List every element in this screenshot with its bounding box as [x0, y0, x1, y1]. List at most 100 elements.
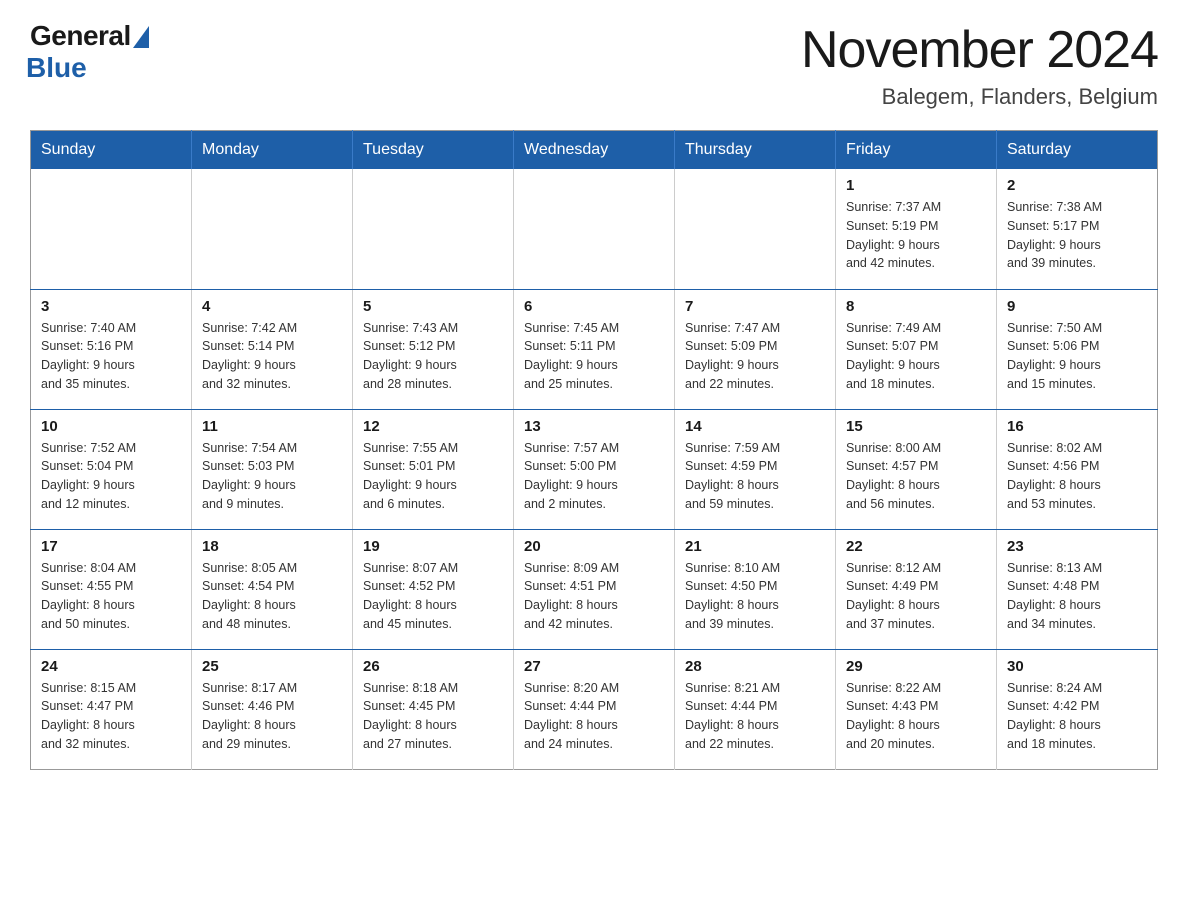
- calendar-cell: 13 Sunrise: 7:57 AM Sunset: 5:00 PM Dayli…: [514, 409, 675, 529]
- day-number: 30: [1007, 658, 1147, 675]
- calendar-cell: 9 Sunrise: 7:50 AM Sunset: 5:06 PM Daylig…: [997, 289, 1158, 409]
- day-info: Sunrise: 7:52 AM Sunset: 5:04 PM Dayligh…: [41, 439, 181, 514]
- calendar-cell: 15 Sunrise: 8:00 AM Sunset: 4:57 PM Dayli…: [836, 409, 997, 529]
- day-number: 27: [524, 658, 664, 675]
- day-info: Sunrise: 7:42 AM Sunset: 5:14 PM Dayligh…: [202, 319, 342, 394]
- calendar-cell: 21Sunrise: 8:10 AM Sunset: 4:50 PM Dayli…: [675, 529, 836, 649]
- calendar-cell: 16Sunrise: 8:02 AM Sunset: 4:56 PM Dayli…: [997, 409, 1158, 529]
- calendar-cell: 29 Sunrise: 8:22 AM Sunset: 4:43 PM Dayli…: [836, 649, 997, 769]
- day-number: 11: [202, 418, 342, 435]
- weekday-header-wednesday: Wednesday: [514, 131, 675, 170]
- calendar-cell: 26 Sunrise: 8:18 AM Sunset: 4:45 PM Dayli…: [353, 649, 514, 769]
- calendar-cell: 14 Sunrise: 7:59 AM Sunset: 4:59 PM Dayli…: [675, 409, 836, 529]
- day-number: 4: [202, 298, 342, 315]
- calendar-cell: 30 Sunrise: 8:24 AM Sunset: 4:42 PM Dayli…: [997, 649, 1158, 769]
- day-number: 16: [1007, 418, 1147, 435]
- day-info: Sunrise: 7:40 AM Sunset: 5:16 PM Dayligh…: [41, 319, 181, 394]
- page-header: General Blue November 2024 Balegem, Flan…: [30, 20, 1158, 110]
- calendar-cell: 25Sunrise: 8:17 AM Sunset: 4:46 PM Dayli…: [192, 649, 353, 769]
- day-info: Sunrise: 7:59 AM Sunset: 4:59 PM Dayligh…: [685, 439, 825, 514]
- day-number: 18: [202, 538, 342, 555]
- day-number: 10: [41, 418, 181, 435]
- calendar-cell: [31, 169, 192, 289]
- day-number: 7: [685, 298, 825, 315]
- day-number: 1: [846, 177, 986, 194]
- day-info: Sunrise: 8:05 AM Sunset: 4:54 PM Dayligh…: [202, 559, 342, 634]
- calendar-cell: 7Sunrise: 7:47 AM Sunset: 5:09 PM Daylig…: [675, 289, 836, 409]
- calendar-cell: 28 Sunrise: 8:21 AM Sunset: 4:44 PM Dayli…: [675, 649, 836, 769]
- calendar-cell: 27 Sunrise: 8:20 AM Sunset: 4:44 PM Dayli…: [514, 649, 675, 769]
- logo: General Blue: [30, 20, 149, 84]
- day-info: Sunrise: 7:43 AM Sunset: 5:12 PM Dayligh…: [363, 319, 503, 394]
- day-number: 13: [524, 418, 664, 435]
- day-number: 6: [524, 298, 664, 315]
- calendar-header-row: SundayMondayTuesdayWednesdayThursdayFrid…: [31, 131, 1158, 170]
- weekday-header-thursday: Thursday: [675, 131, 836, 170]
- weekday-header-saturday: Saturday: [997, 131, 1158, 170]
- calendar-week-row: 10 Sunrise: 7:52 AM Sunset: 5:04 PM Dayli…: [31, 409, 1158, 529]
- calendar-cell: [353, 169, 514, 289]
- day-info: Sunrise: 8:20 AM Sunset: 4:44 PM Dayligh…: [524, 679, 664, 754]
- day-info: Sunrise: 8:21 AM Sunset: 4:44 PM Dayligh…: [685, 679, 825, 754]
- calendar-cell: 3 Sunrise: 7:40 AM Sunset: 5:16 PM Daylig…: [31, 289, 192, 409]
- day-info: Sunrise: 7:54 AM Sunset: 5:03 PM Dayligh…: [202, 439, 342, 514]
- day-info: Sunrise: 7:55 AM Sunset: 5:01 PM Dayligh…: [363, 439, 503, 514]
- calendar-week-row: 17 Sunrise: 8:04 AM Sunset: 4:55 PM Dayli…: [31, 529, 1158, 649]
- location-text: Balegem, Flanders, Belgium: [801, 84, 1158, 110]
- day-number: 12: [363, 418, 503, 435]
- calendar-cell: 19 Sunrise: 8:07 AM Sunset: 4:52 PM Dayli…: [353, 529, 514, 649]
- calendar-cell: 10 Sunrise: 7:52 AM Sunset: 5:04 PM Dayli…: [31, 409, 192, 529]
- day-info: Sunrise: 7:57 AM Sunset: 5:00 PM Dayligh…: [524, 439, 664, 514]
- day-number: 26: [363, 658, 503, 675]
- calendar-cell: [192, 169, 353, 289]
- day-info: Sunrise: 7:37 AM Sunset: 5:19 PM Dayligh…: [846, 198, 986, 273]
- day-info: Sunrise: 8:22 AM Sunset: 4:43 PM Dayligh…: [846, 679, 986, 754]
- day-info: Sunrise: 7:50 AM Sunset: 5:06 PM Dayligh…: [1007, 319, 1147, 394]
- calendar-week-row: 1 Sunrise: 7:37 AM Sunset: 5:19 PM Daylig…: [31, 169, 1158, 289]
- calendar-cell: 2Sunrise: 7:38 AM Sunset: 5:17 PM Daylig…: [997, 169, 1158, 289]
- day-number: 5: [363, 298, 503, 315]
- day-info: Sunrise: 8:04 AM Sunset: 4:55 PM Dayligh…: [41, 559, 181, 634]
- weekday-header-monday: Monday: [192, 131, 353, 170]
- day-info: Sunrise: 8:24 AM Sunset: 4:42 PM Dayligh…: [1007, 679, 1147, 754]
- day-info: Sunrise: 8:07 AM Sunset: 4:52 PM Dayligh…: [363, 559, 503, 634]
- calendar-week-row: 3 Sunrise: 7:40 AM Sunset: 5:16 PM Daylig…: [31, 289, 1158, 409]
- day-info: Sunrise: 8:12 AM Sunset: 4:49 PM Dayligh…: [846, 559, 986, 634]
- logo-triangle-icon: [133, 26, 149, 48]
- day-number: 20: [524, 538, 664, 555]
- calendar-cell: 24Sunrise: 8:15 AM Sunset: 4:47 PM Dayli…: [31, 649, 192, 769]
- day-number: 28: [685, 658, 825, 675]
- calendar-cell: [675, 169, 836, 289]
- day-number: 3: [41, 298, 181, 315]
- day-number: 23: [1007, 538, 1147, 555]
- calendar-cell: 12 Sunrise: 7:55 AM Sunset: 5:01 PM Dayli…: [353, 409, 514, 529]
- title-section: November 2024 Balegem, Flanders, Belgium: [801, 20, 1158, 110]
- day-info: Sunrise: 7:49 AM Sunset: 5:07 PM Dayligh…: [846, 319, 986, 394]
- day-info: Sunrise: 7:45 AM Sunset: 5:11 PM Dayligh…: [524, 319, 664, 394]
- calendar-cell: 4 Sunrise: 7:42 AM Sunset: 5:14 PM Daylig…: [192, 289, 353, 409]
- calendar-cell: 11 Sunrise: 7:54 AM Sunset: 5:03 PM Dayli…: [192, 409, 353, 529]
- calendar-cell: 23Sunrise: 8:13 AM Sunset: 4:48 PM Dayli…: [997, 529, 1158, 649]
- calendar-cell: 8 Sunrise: 7:49 AM Sunset: 5:07 PM Daylig…: [836, 289, 997, 409]
- day-number: 15: [846, 418, 986, 435]
- calendar-cell: [514, 169, 675, 289]
- day-number: 25: [202, 658, 342, 675]
- calendar-table: SundayMondayTuesdayWednesdayThursdayFrid…: [30, 130, 1158, 770]
- day-number: 17: [41, 538, 181, 555]
- day-number: 14: [685, 418, 825, 435]
- month-title: November 2024: [801, 20, 1158, 80]
- day-info: Sunrise: 8:18 AM Sunset: 4:45 PM Dayligh…: [363, 679, 503, 754]
- day-info: Sunrise: 7:38 AM Sunset: 5:17 PM Dayligh…: [1007, 198, 1147, 273]
- day-number: 19: [363, 538, 503, 555]
- calendar-cell: 6 Sunrise: 7:45 AM Sunset: 5:11 PM Daylig…: [514, 289, 675, 409]
- weekday-header-friday: Friday: [836, 131, 997, 170]
- day-info: Sunrise: 8:00 AM Sunset: 4:57 PM Dayligh…: [846, 439, 986, 514]
- calendar-cell: 5 Sunrise: 7:43 AM Sunset: 5:12 PM Daylig…: [353, 289, 514, 409]
- calendar-cell: 18 Sunrise: 8:05 AM Sunset: 4:54 PM Dayli…: [192, 529, 353, 649]
- day-number: 8: [846, 298, 986, 315]
- day-number: 21: [685, 538, 825, 555]
- calendar-cell: 20Sunrise: 8:09 AM Sunset: 4:51 PM Dayli…: [514, 529, 675, 649]
- day-number: 9: [1007, 298, 1147, 315]
- calendar-cell: 22Sunrise: 8:12 AM Sunset: 4:49 PM Dayli…: [836, 529, 997, 649]
- day-number: 29: [846, 658, 986, 675]
